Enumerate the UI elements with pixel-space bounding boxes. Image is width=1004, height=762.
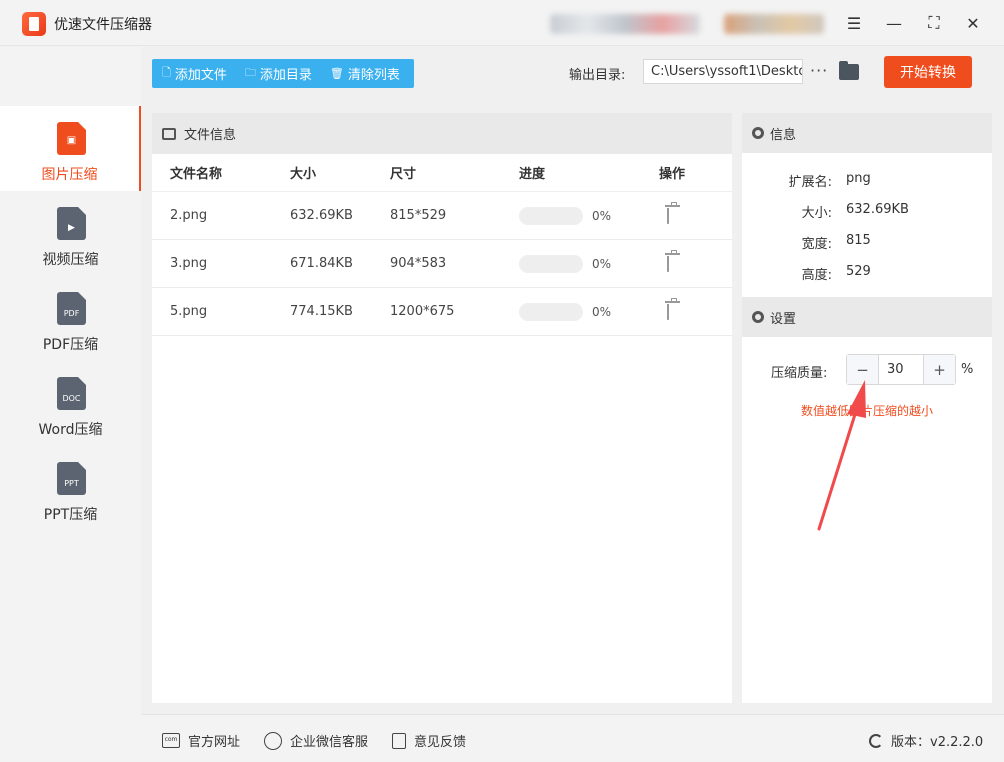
chat-icon	[264, 731, 282, 750]
table-row[interactable]: 2.png 632.69KB 815*529 0%	[152, 192, 732, 240]
title-bar: 优速文件压缩器 ☰ — ⛶ ✕	[0, 0, 1004, 46]
app-logo-icon	[22, 12, 46, 36]
menu-icon[interactable]: ☰	[841, 10, 867, 36]
quality-stepper: − 30 +	[846, 354, 956, 385]
app-title: 优速文件压缩器	[54, 17, 152, 33]
info-width: 宽度: 815	[801, 233, 871, 252]
sidebar-item-pdf-compress[interactable]: PDF PDF压缩	[0, 276, 141, 361]
trash-icon: 🗑	[329, 67, 344, 80]
sidebar-item-video-compress[interactable]: ▶ 视频压缩	[0, 191, 141, 276]
blurred-user-info	[724, 14, 824, 34]
website-icon: com	[162, 733, 180, 748]
percent-unit: %	[961, 362, 974, 377]
file-info-header: 文件信息	[152, 113, 732, 154]
sidebar-item-label: PDF压缩	[42, 337, 99, 353]
progress-bar	[519, 254, 583, 273]
info-extension: 扩展名: png	[788, 171, 871, 190]
sidebar-item-image-compress[interactable]: ▣ 图片压缩	[0, 106, 141, 191]
add-directory-button[interactable]: 🗀 添加目录	[235, 59, 320, 88]
doc-file-icon: DOC	[57, 377, 86, 410]
footer: com 官方网址 企业微信客服 意见反馈 版本：v2.2.2.0	[141, 714, 1004, 762]
sidebar-item-label: 图片压缩	[41, 167, 98, 183]
delete-icon[interactable]	[667, 304, 669, 320]
table-row[interactable]: 5.png 774.15KB 1200*675 0%	[152, 288, 732, 336]
increase-button[interactable]: +	[924, 355, 955, 384]
sidebar-item-word-compress[interactable]: DOC Word压缩	[0, 361, 141, 446]
sidebar-item-label: Word压缩	[38, 422, 103, 438]
info-height: 高度: 529	[801, 264, 871, 283]
version-info[interactable]: 版本：v2.2.2.0	[869, 731, 983, 750]
image-icon	[162, 127, 176, 140]
settings-header: 设置	[742, 297, 992, 337]
start-convert-button[interactable]: 开始转换	[884, 56, 972, 88]
refresh-icon	[869, 733, 883, 748]
maximize-icon[interactable]: ⛶	[921, 10, 947, 36]
gear-icon	[752, 127, 764, 139]
info-size: 大小: 632.69KB	[801, 202, 909, 221]
wechat-support-link[interactable]: 企业微信客服	[264, 731, 368, 750]
sidebar-item-ppt-compress[interactable]: PPT PPT压缩	[0, 446, 141, 531]
progress-bar	[519, 206, 583, 225]
feedback-icon	[392, 732, 406, 749]
quality-input[interactable]: 30	[878, 355, 924, 384]
quality-hint: 数值越低图片压缩的越小	[801, 404, 934, 418]
folder-outline-icon: 🗀	[244, 66, 256, 79]
sidebar-item-label: PPT压缩	[43, 507, 98, 523]
gear-icon	[752, 311, 764, 323]
sidebar: ▣ 图片压缩 ▶ 视频压缩 PDF PDF压缩 DOC Word压缩 PPT P…	[0, 47, 141, 762]
add-file-button[interactable]: 🗋 添加文件	[152, 59, 235, 88]
image-file-icon: ▣	[57, 122, 86, 155]
minimize-icon[interactable]: —	[881, 10, 907, 36]
file-toolbar: 🗋 添加文件 🗀 添加目录 🗑 清除列表	[152, 59, 414, 88]
clear-list-button[interactable]: 🗑 清除列表	[320, 59, 408, 88]
open-folder-icon[interactable]	[839, 61, 859, 80]
close-icon[interactable]: ✕	[960, 10, 986, 36]
file-icon: 🗋	[162, 66, 171, 79]
ppt-file-icon: PPT	[57, 462, 86, 495]
sidebar-item-label: 视频压缩	[42, 252, 99, 268]
more-options-button[interactable]: ···	[810, 61, 828, 80]
decrease-button[interactable]: −	[847, 355, 878, 384]
output-dir-input[interactable]: C:\Users\yssoft1\Desktop	[643, 59, 803, 84]
progress-bar	[519, 302, 583, 321]
website-link[interactable]: com 官方网址	[162, 731, 240, 750]
video-file-icon: ▶	[57, 207, 86, 240]
output-dir-label: 输出目录:	[569, 68, 626, 83]
table-row[interactable]: 3.png 671.84KB 904*583 0%	[152, 240, 732, 288]
delete-icon[interactable]	[667, 208, 669, 224]
pdf-file-icon: PDF	[57, 292, 86, 325]
table-header: 文件名称 大小 尺寸 进度 操作	[152, 154, 732, 192]
blurred-account-info	[550, 14, 700, 34]
delete-icon[interactable]	[667, 256, 669, 272]
file-list-panel: 文件信息 文件名称 大小 尺寸 进度 操作 2.png 632.69KB 815…	[152, 113, 732, 703]
feedback-link[interactable]: 意见反馈	[392, 731, 466, 750]
info-header: 信息	[742, 113, 992, 153]
info-panel: 信息 扩展名: png 大小: 632.69KB 宽度: 815 高度: 529 设置 …	[742, 113, 992, 703]
quality-label: 压缩质量:	[771, 366, 828, 381]
